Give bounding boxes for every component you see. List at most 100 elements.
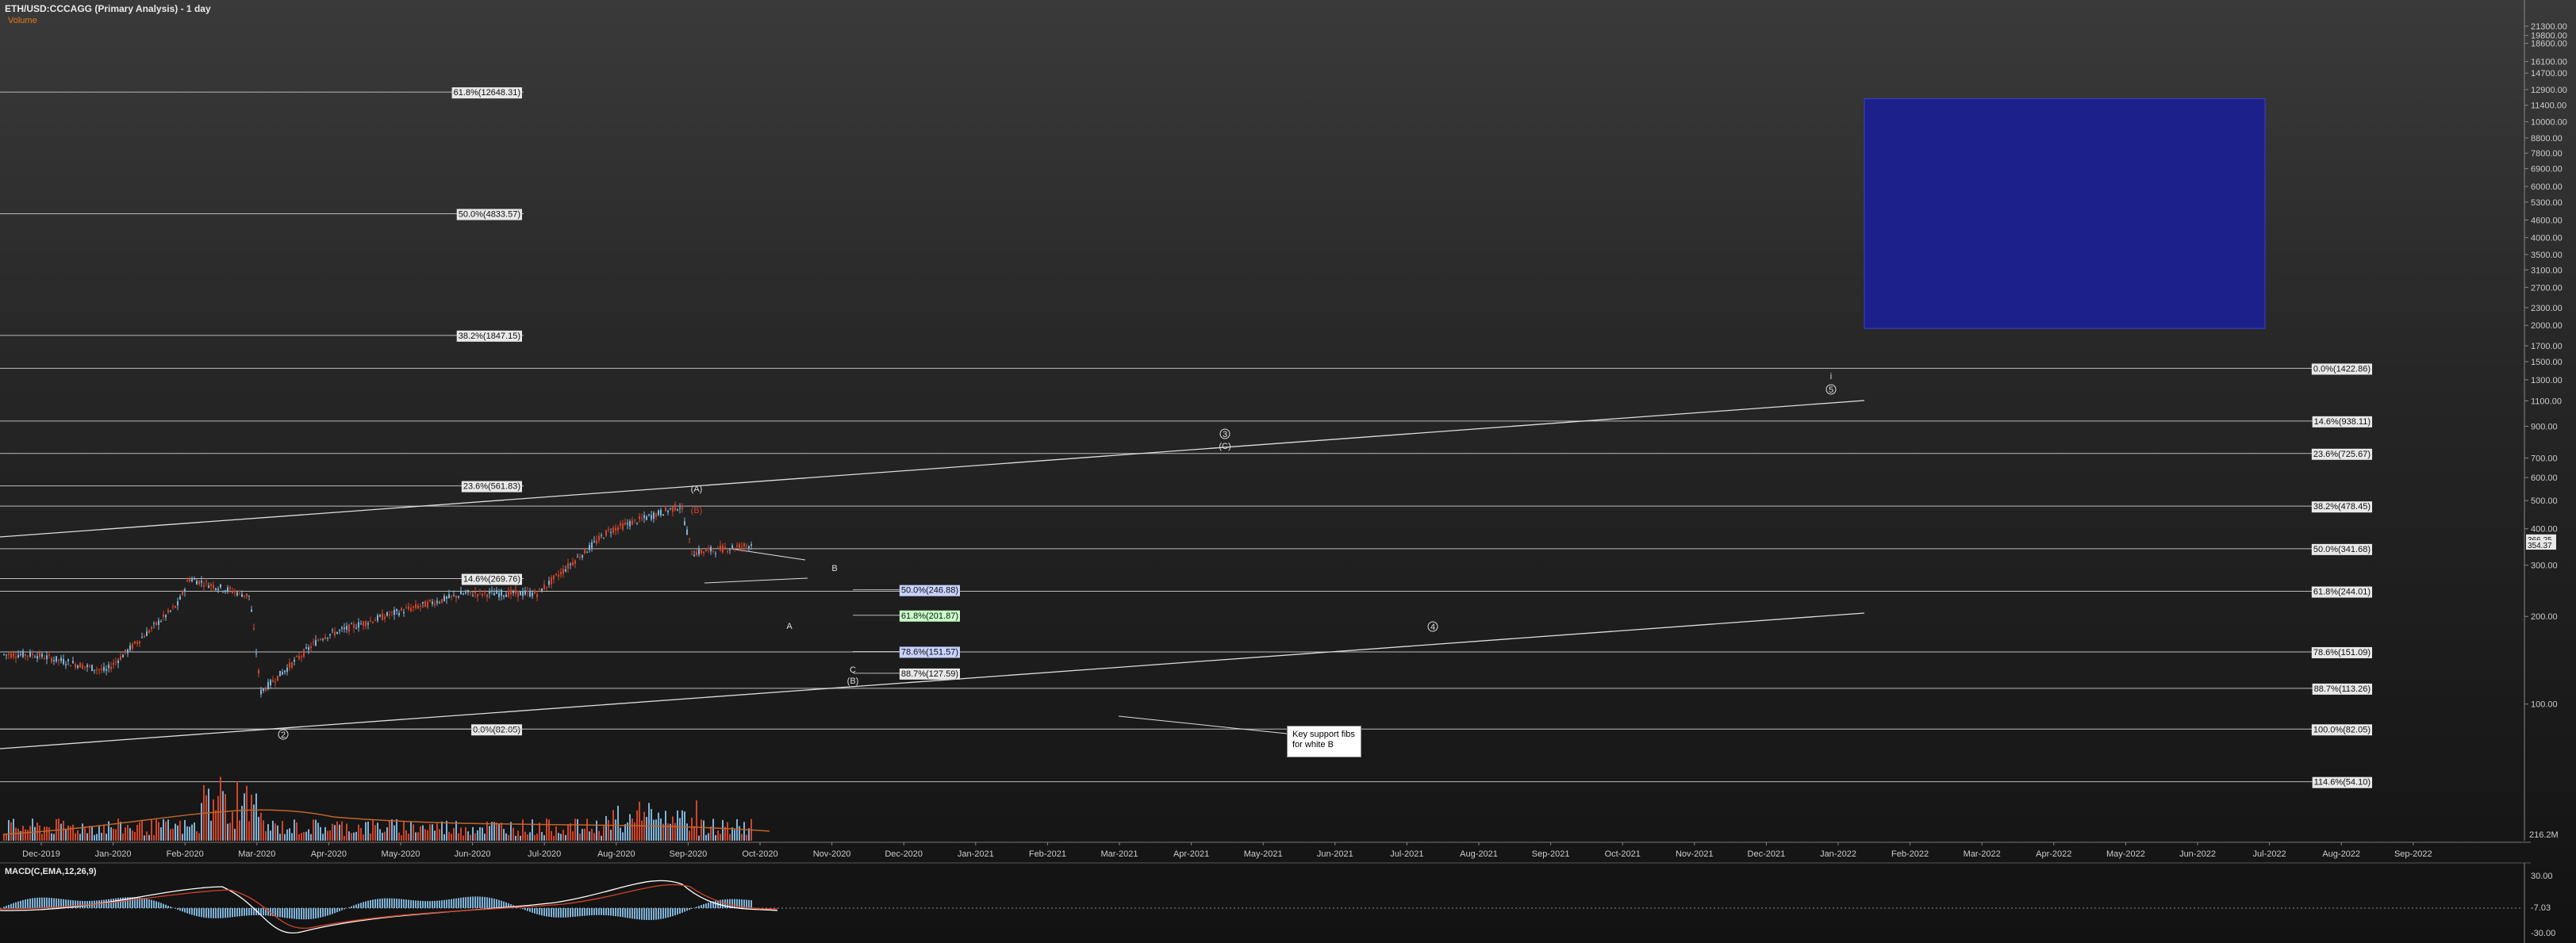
price-label: 354.37 bbox=[2528, 542, 2552, 550]
macd-histogram-bar bbox=[296, 908, 298, 919]
macd-histogram-bar bbox=[27, 899, 29, 908]
candle-body bbox=[172, 606, 174, 608]
candle-body bbox=[108, 665, 109, 669]
candle-body bbox=[129, 645, 131, 650]
candle-body bbox=[84, 666, 86, 668]
macd-histogram-bar bbox=[701, 905, 702, 908]
annotation-note[interactable]: Key support fibs for white B bbox=[1287, 726, 1361, 757]
candle-body bbox=[341, 627, 343, 629]
macd-histogram-bar bbox=[698, 906, 700, 908]
candle-body bbox=[513, 590, 514, 593]
chart-canvas[interactable]: 21300.0019800.0018600.0016100.0014700.00… bbox=[0, 0, 2576, 943]
candle-body bbox=[577, 556, 578, 558]
candle-body bbox=[398, 612, 400, 615]
candle-body bbox=[267, 681, 269, 690]
macd-histogram-bar bbox=[620, 908, 621, 917]
candle-body bbox=[282, 672, 283, 675]
chart-panel[interactable]: 21300.00 19800.00 18600.00 16100.00 14700.00… bbox=[0, 0, 2576, 943]
candle-body bbox=[155, 622, 157, 626]
volume-bar bbox=[508, 834, 509, 841]
volume-bar bbox=[386, 826, 388, 841]
x-tick-label: Apr-2021 bbox=[1173, 849, 1209, 859]
volume-bar bbox=[272, 820, 274, 841]
macd-histogram-bar bbox=[441, 900, 443, 908]
volume-bar bbox=[189, 826, 190, 841]
volume-bar bbox=[258, 816, 259, 841]
volume-bar bbox=[120, 822, 121, 841]
macd-histogram-bar bbox=[327, 908, 328, 916]
candle-body bbox=[434, 604, 436, 606]
candle-body bbox=[186, 580, 188, 582]
macd-histogram-bar bbox=[622, 908, 624, 918]
candle-body bbox=[141, 637, 143, 638]
volume-bar bbox=[458, 833, 459, 841]
volume-bar bbox=[332, 823, 333, 841]
volume-label: Volume bbox=[8, 16, 37, 25]
y-tick-label: 16100.00 bbox=[2531, 58, 2567, 67]
volume-bar bbox=[6, 834, 7, 841]
volume-bar bbox=[558, 833, 559, 841]
target-box[interactable] bbox=[1864, 98, 2266, 329]
macd-histogram-bar bbox=[677, 908, 678, 915]
volume-bar bbox=[432, 824, 433, 841]
y-tick-label: 4600.00 bbox=[2531, 216, 2563, 225]
candle-body bbox=[198, 580, 200, 585]
fib-left-label: 0.0%(82.05) bbox=[473, 725, 520, 734]
y-tick-label: 11400.00 bbox=[2531, 102, 2566, 111]
macd-histogram-bar bbox=[482, 896, 483, 908]
macd-histogram-bar bbox=[522, 908, 524, 910]
volume-bar bbox=[353, 832, 355, 841]
volume-bar bbox=[101, 833, 102, 841]
fib-right-label: 100.0%(82.05) bbox=[2313, 725, 2371, 734]
macd-histogram-bar bbox=[363, 902, 364, 908]
volume-bar bbox=[739, 826, 740, 841]
macd-histogram-bar bbox=[529, 908, 531, 912]
volume-bar bbox=[722, 819, 724, 841]
candle-body bbox=[153, 623, 155, 624]
volume-bar bbox=[474, 833, 476, 841]
wave-label: 4 bbox=[1430, 623, 1435, 632]
wave-label: B bbox=[831, 564, 837, 573]
macd-histogram-bar bbox=[615, 908, 616, 917]
macd-histogram-bar bbox=[598, 908, 600, 915]
candle-body bbox=[639, 516, 640, 519]
volume-bar bbox=[82, 823, 83, 841]
candle-body bbox=[493, 593, 495, 596]
volume-bar bbox=[424, 829, 426, 841]
macd-histogram-bar bbox=[205, 908, 207, 918]
volume-bar bbox=[198, 833, 200, 841]
volume-bar bbox=[712, 818, 714, 841]
volume-bar bbox=[503, 829, 505, 841]
fib-left-label: 14.6%(269.76) bbox=[463, 575, 520, 585]
candle-body bbox=[60, 657, 62, 661]
macd-histogram-bar bbox=[446, 899, 447, 908]
volume-bar bbox=[84, 826, 86, 841]
volume-bar bbox=[179, 820, 181, 841]
candle-body bbox=[332, 630, 333, 631]
macd-histogram-bar bbox=[420, 900, 421, 908]
macd-histogram-bar bbox=[20, 900, 21, 908]
volume-bar bbox=[10, 822, 12, 841]
macd-histogram-bar bbox=[408, 899, 409, 908]
volume-bar bbox=[391, 819, 393, 841]
volume-bar bbox=[113, 828, 114, 841]
candle-body bbox=[151, 627, 152, 629]
macd-histogram-bar bbox=[696, 907, 697, 908]
volume-bar bbox=[441, 821, 443, 841]
candle-body bbox=[229, 587, 231, 589]
volume-bar bbox=[693, 826, 695, 841]
x-tick-label: May-2020 bbox=[382, 849, 420, 859]
candle-body bbox=[10, 653, 12, 658]
candle-body bbox=[263, 688, 264, 692]
volume-bar bbox=[629, 814, 631, 841]
trendline-lower[interactable] bbox=[0, 612, 1865, 749]
macd-histogram-bar bbox=[374, 899, 376, 908]
candle-body bbox=[484, 590, 486, 593]
macd-histogram-bar bbox=[527, 908, 528, 911]
candle-body bbox=[446, 596, 447, 599]
candle-body bbox=[260, 689, 262, 695]
candle-body bbox=[377, 615, 378, 621]
candle-body bbox=[44, 658, 45, 660]
macd-histogram-bar bbox=[486, 897, 488, 908]
volume-bar bbox=[439, 829, 440, 841]
